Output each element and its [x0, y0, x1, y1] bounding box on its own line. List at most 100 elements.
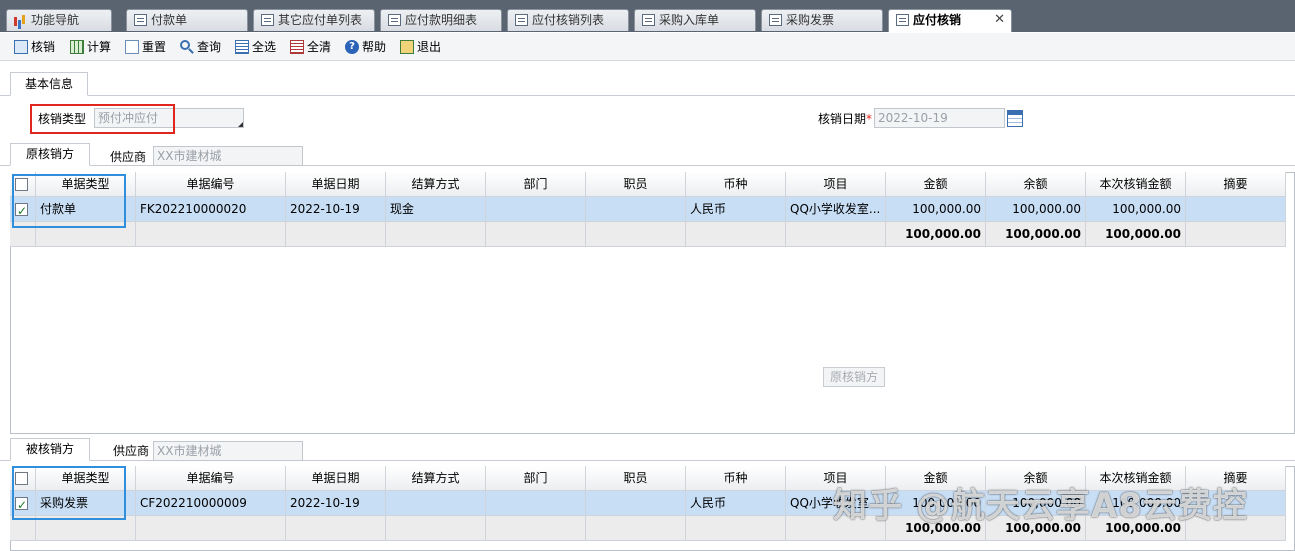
tab-purchase-receipt[interactable]: 采购入库单: [634, 9, 756, 31]
calculate-button[interactable]: 计算: [70, 39, 111, 55]
writeoff-date-label: 核销日期*: [818, 111, 872, 127]
cell-memo[interactable]: [1186, 197, 1286, 222]
totals-blank: [686, 516, 786, 541]
writeoff-date-field[interactable]: 2022-10-19: [874, 108, 1005, 128]
col-bill-date[interactable]: 单据日期: [286, 466, 386, 491]
calculate-label: 计算: [87, 40, 112, 54]
tab-purchase-invoice[interactable]: 采购发票: [761, 9, 883, 31]
total-balance: 100,000.00: [986, 222, 1086, 247]
date-label-text: 核销日期: [818, 112, 867, 126]
tab-payment-bill[interactable]: 付款单: [126, 9, 248, 31]
cell-settle-method: 现金: [386, 197, 486, 222]
totals-blank: [136, 222, 286, 247]
col-amount[interactable]: 金额: [886, 172, 986, 197]
dropdown-arrow-icon[interactable]: [238, 122, 243, 127]
help-icon: ?: [345, 40, 359, 54]
select-all-button[interactable]: 全选: [235, 39, 276, 55]
tab-label: 采购入库单: [659, 13, 720, 27]
col-bill-number[interactable]: 单据编号: [136, 172, 286, 197]
totals-blank: [1186, 222, 1286, 247]
col-bill-number[interactable]: 单据编号: [136, 466, 286, 491]
tab-source-side[interactable]: 原核销方: [10, 143, 90, 166]
cell-project: QQ小学收发室...: [786, 197, 886, 222]
tab-label: 其它应付单列表: [278, 13, 363, 27]
required-mark: *: [866, 112, 873, 126]
writeoff-icon: [14, 40, 28, 54]
source-supplier-field[interactable]: XX市建材城: [153, 146, 303, 166]
grid-empty-label: 原核销方: [823, 367, 885, 387]
help-label: 帮助: [362, 40, 387, 54]
col-settle-method[interactable]: 结算方式: [386, 172, 486, 197]
cell-balance: 100,000.00: [986, 197, 1086, 222]
select-all-label: 全选: [252, 40, 277, 54]
col-staff[interactable]: 职员: [586, 172, 686, 197]
source-supplier-label: 供应商: [110, 150, 147, 164]
tab-other-payables-list[interactable]: 其它应付单列表: [253, 9, 375, 31]
target-supplier-field[interactable]: XX市建材城: [153, 441, 303, 461]
cell-writeoff-amount[interactable]: 100,000.00: [1086, 197, 1186, 222]
target-supplier-label: 供应商: [113, 444, 150, 458]
cell-amount: 100,000.00: [886, 197, 986, 222]
highlight-box-blue: [12, 174, 126, 228]
cell-bill-date: 2022-10-19: [286, 491, 386, 516]
query-button[interactable]: 查询: [180, 39, 221, 55]
col-balance[interactable]: 余额: [986, 172, 1086, 197]
exit-button[interactable]: 退出: [400, 39, 441, 55]
reset-button[interactable]: 重置: [125, 39, 166, 55]
form-icon: [515, 14, 528, 26]
col-project[interactable]: 项目: [786, 172, 886, 197]
totals-blank: [136, 516, 286, 541]
toolbar: 核销 计算 重置 查询 全选 全清 ? 帮助 退出: [0, 33, 1295, 61]
tab-payables-writeoff[interactable]: 应付核销 ✕: [888, 9, 1012, 32]
calculator-icon: [70, 40, 84, 54]
col-writeoff-amount[interactable]: 本次核销金额: [1086, 172, 1186, 197]
form-icon: [896, 14, 909, 26]
search-icon: [180, 40, 190, 50]
writeoff-button[interactable]: 核销: [14, 39, 55, 55]
col-currency[interactable]: 币种: [686, 172, 786, 197]
clear-all-label: 全清: [307, 40, 332, 54]
close-icon[interactable]: ✕: [994, 10, 1005, 30]
reset-label: 重置: [142, 40, 167, 54]
cell-currency: 人民币: [686, 197, 786, 222]
calendar-icon[interactable]: [1007, 110, 1023, 127]
cell-bill-number: FK202210000020: [136, 197, 286, 222]
document-tab-strip: 功能导航 付款单 其它应付单列表 应付款明细表 应付核销列表 采购入库单 采购发…: [0, 0, 1295, 32]
cell-staff: [586, 491, 686, 516]
col-memo[interactable]: 摘要: [1186, 172, 1286, 197]
totals-blank: [486, 222, 586, 247]
col-bill-date[interactable]: 单据日期: [286, 172, 386, 197]
cell-currency: 人民币: [686, 491, 786, 516]
clear-all-icon: [290, 40, 304, 54]
highlight-box-red: [30, 104, 175, 134]
col-department[interactable]: 部门: [486, 172, 586, 197]
totals-blank: [286, 222, 386, 247]
tab-label: 应付核销: [913, 13, 962, 27]
form-icon: [388, 14, 401, 26]
form-icon: [261, 14, 274, 26]
tab-label: 采购发票: [786, 13, 835, 27]
total-writeoff-amount: 100,000.00: [1086, 222, 1186, 247]
totals-blank: [586, 516, 686, 541]
cell-bill-date: 2022-10-19: [286, 197, 386, 222]
cell-staff: [586, 197, 686, 222]
tab-label: 应付款明细表: [405, 13, 478, 27]
tab-function-nav[interactable]: 功能导航: [6, 9, 112, 31]
help-button[interactable]: ? 帮助: [345, 39, 386, 55]
exit-icon: [400, 40, 414, 54]
tab-payables-detail[interactable]: 应付款明细表: [380, 9, 502, 31]
cell-department: [486, 491, 586, 516]
col-staff[interactable]: 职员: [586, 466, 686, 491]
cell-department: [486, 197, 586, 222]
tab-label: 付款单: [151, 13, 188, 27]
tab-target-side[interactable]: 被核销方: [10, 438, 90, 461]
writeoff-label: 核销: [31, 40, 56, 54]
tab-writeoff-list[interactable]: 应付核销列表: [507, 9, 629, 31]
col-settle-method[interactable]: 结算方式: [386, 466, 486, 491]
col-currency[interactable]: 币种: [686, 466, 786, 491]
form-icon: [769, 14, 782, 26]
clear-all-button[interactable]: 全清: [290, 39, 331, 55]
tab-basic-info[interactable]: 基本信息: [10, 72, 88, 96]
totals-blank: [386, 516, 486, 541]
col-department[interactable]: 部门: [486, 466, 586, 491]
